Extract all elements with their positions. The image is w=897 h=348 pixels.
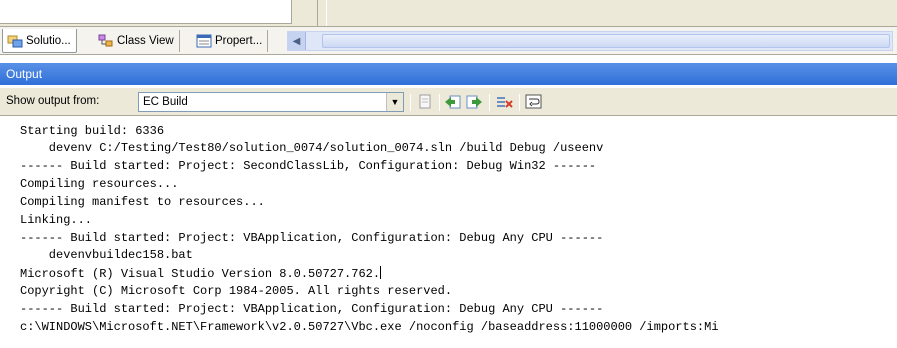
scroll-left-icon[interactable]: ◀ xyxy=(288,32,306,50)
find-icon[interactable] xyxy=(416,94,434,110)
output-line: Linking... xyxy=(20,213,93,227)
toolbar-separator xyxy=(439,94,440,111)
tool-window-content xyxy=(0,0,292,24)
tab-properties[interactable]: Propert... xyxy=(192,30,269,52)
horizontal-scrollbar[interactable]: ◀ xyxy=(287,31,893,51)
output-line: ------ Build started: Project: VBApplica… xyxy=(20,302,604,316)
go-to-next-message-icon[interactable] xyxy=(465,94,483,110)
splitter[interactable] xyxy=(317,0,327,26)
output-line: Copyright (C) Microsoft Corp 1984-2005. … xyxy=(20,284,453,298)
toolbar-separator xyxy=(519,94,520,111)
text-caret xyxy=(380,266,382,279)
output-title: Output xyxy=(6,67,43,81)
tab-class-view[interactable]: Class View xyxy=(94,30,180,52)
show-output-dropdown[interactable]: EC Build ▼ xyxy=(138,92,404,112)
toolbar-separator xyxy=(489,94,490,111)
output-line: devenv C:/Testing/Test80/solution_0074/s… xyxy=(20,141,604,155)
output-line: ------ Build started: Project: VBApplica… xyxy=(20,231,604,245)
chevron-down-icon[interactable]: ▼ xyxy=(386,93,403,111)
output-text-area[interactable]: Starting build: 6336 devenv C:/Testing/T… xyxy=(0,117,897,348)
show-output-label: Show output from: xyxy=(6,95,100,107)
tool-window-tab-strip: Solutio... Class View Propert... ◀ xyxy=(0,26,897,55)
tab-solution-explorer[interactable]: Solutio... xyxy=(2,29,77,53)
clear-all-icon[interactable] xyxy=(495,94,513,110)
output-toolbar: Show output from: EC Build ▼ xyxy=(0,88,897,116)
output-line: c:\WINDOWS\Microsoft.NET\Framework\v2.0.… xyxy=(20,320,719,334)
output-line: Compiling manifest to resources... xyxy=(20,195,265,209)
tab-label: Solutio... xyxy=(26,34,71,47)
properties-icon xyxy=(196,34,212,48)
go-to-prev-message-icon[interactable] xyxy=(444,94,462,110)
solution-explorer-icon xyxy=(7,35,23,47)
show-output-value: EC Build xyxy=(143,96,188,108)
toggle-word-wrap-icon[interactable] xyxy=(525,94,543,110)
output-line: ------ Build started: Project: SecondCla… xyxy=(20,159,597,173)
scrollbar-thumb[interactable] xyxy=(322,34,890,48)
output-line: Compiling resources... xyxy=(20,177,179,191)
output-line: devenvbuildec158.bat xyxy=(20,248,193,262)
top-chrome: Solutio... Class View Propert... ◀ xyxy=(0,0,897,55)
output-line-with-caret: Microsoft (R) Visual Studio Version 8.0.… xyxy=(20,266,382,281)
tab-label: Class View xyxy=(117,35,174,47)
toolbar-separator xyxy=(410,94,411,111)
class-view-icon xyxy=(98,34,113,47)
tab-label: Propert... xyxy=(215,35,263,47)
output-line: Microsoft (R) Visual Studio Version 8.0.… xyxy=(20,267,381,281)
output-line: Starting build: 6336 xyxy=(20,124,165,138)
output-title-bar: Output xyxy=(0,63,897,85)
